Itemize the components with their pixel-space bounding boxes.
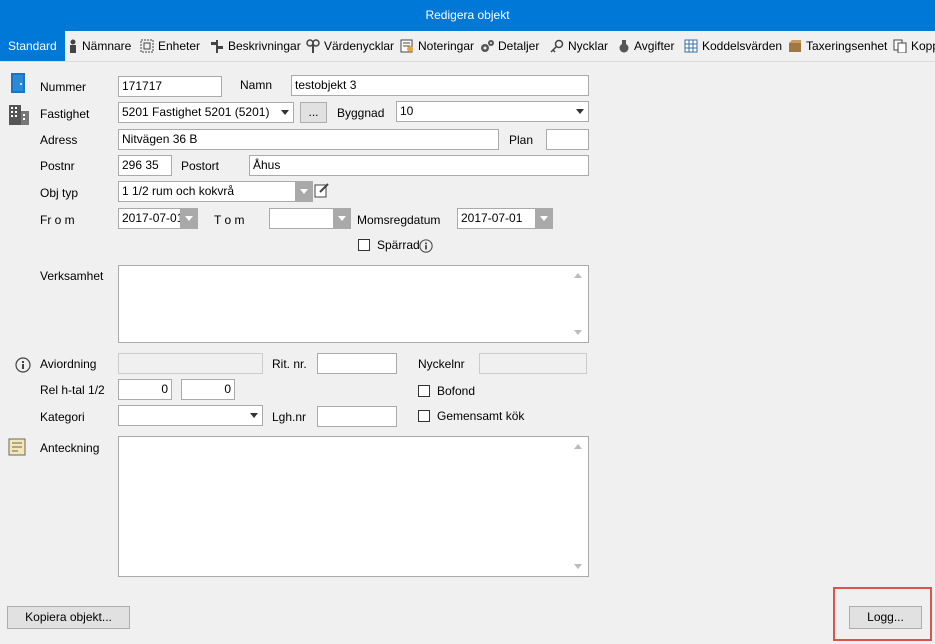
fastighet-select[interactable]: 5201 Fastighet 5201 (5201)	[118, 102, 294, 123]
nyckelnr-input	[479, 353, 587, 374]
box-icon	[789, 40, 801, 52]
building-icon	[9, 105, 29, 125]
tab-enheter[interactable]: Enheter	[140, 31, 200, 61]
tab-bar: Standard Nämnare Enheter Beskrivningar V…	[0, 31, 935, 62]
momsregdatum-label: Momsregdatum	[357, 213, 441, 227]
tab-beskrivningar[interactable]: Beskrivningar	[210, 31, 301, 61]
relhtal-input-2[interactable]: 0	[181, 379, 235, 400]
tab-nycklar[interactable]: Nycklar	[550, 31, 608, 61]
lghnr-input[interactable]	[317, 406, 397, 427]
fastighet-label: Fastighet	[40, 107, 90, 121]
plan-input[interactable]	[546, 129, 589, 150]
byggnad-select[interactable]: 10	[396, 101, 589, 122]
relhtal-input-1[interactable]: 0	[118, 379, 172, 400]
chevron-down-icon[interactable]	[295, 182, 312, 201]
window-title: Redigera objekt	[0, 0, 935, 31]
objtyp-select[interactable]: 1 1/2 rum och kokvrå	[118, 181, 313, 202]
postort-input[interactable]: Åhus	[249, 155, 589, 176]
objtyp-label: Obj typ	[40, 186, 79, 200]
momsregdatum-value: 2017-07-01	[461, 211, 523, 225]
plan-label: Plan	[509, 133, 534, 147]
vertical-scrollbar[interactable]	[570, 267, 587, 341]
gemensamtkok-label: Gemensamt kök	[437, 409, 525, 423]
from-label: Fr o m	[40, 213, 75, 227]
namn-label: Namn	[240, 78, 273, 92]
chevron-down-icon[interactable]	[571, 102, 588, 121]
postort-label: Postort	[181, 159, 220, 173]
kategori-select[interactable]	[118, 405, 263, 426]
key-icon	[550, 39, 564, 53]
gemensamtkok-checkbox[interactable]	[418, 410, 430, 422]
tom-date[interactable]	[269, 208, 351, 229]
fastighet-browse-button[interactable]: ...	[300, 102, 327, 123]
value-key-icon	[306, 39, 320, 53]
note-icon	[8, 438, 26, 456]
chevron-down-icon[interactable]	[333, 209, 350, 228]
chevron-down-icon[interactable]	[535, 209, 552, 228]
byggnad-value: 10	[400, 104, 414, 118]
tab-namnare[interactable]: Nämnare	[68, 31, 131, 61]
namn-input[interactable]: testobjekt 3	[291, 75, 589, 96]
chevron-down-icon[interactable]	[276, 103, 293, 122]
person-icon	[70, 39, 76, 53]
logg-button[interactable]: Logg...	[849, 606, 922, 629]
tab-avgifter[interactable]: Avgifter	[618, 31, 674, 61]
adress-label: Adress	[40, 133, 78, 147]
fastighet-value: 5201 Fastighet 5201 (5201)	[122, 105, 270, 119]
anteckning-label: Anteckning	[40, 441, 100, 455]
grid-icon	[684, 39, 698, 53]
moneybag-icon	[619, 40, 629, 53]
bofond-label: Bofond	[437, 384, 476, 398]
info-icon[interactable]	[419, 239, 433, 253]
nyckelnr-label: Nyckelnr	[418, 357, 465, 371]
from-date[interactable]: 2017-07-01	[118, 208, 198, 229]
byggnad-label: Byggnad	[337, 106, 385, 120]
adress-input[interactable]: Nitvägen 36 B	[118, 129, 499, 150]
sparrad-checkbox[interactable]	[358, 239, 370, 251]
ritnr-label: Rit. nr.	[272, 357, 307, 371]
kategori-label: Kategori	[40, 410, 85, 424]
lghnr-label: Lgh.nr	[272, 410, 307, 424]
verksamhet-textarea[interactable]	[118, 265, 589, 343]
ritnr-input[interactable]	[317, 353, 397, 374]
anteckning-textarea[interactable]	[118, 436, 589, 577]
nummer-input[interactable]: 171717	[118, 76, 222, 97]
edit-icon[interactable]	[314, 182, 330, 198]
from-value: 2017-07-01	[122, 211, 184, 225]
aviordning-input	[118, 353, 263, 374]
momsregdatum-date[interactable]: 2017-07-01	[457, 208, 553, 229]
tab-vardenycklar[interactable]: Värdenycklar	[306, 31, 394, 61]
sparrad-label: Spärrad	[377, 238, 420, 252]
objtyp-value: 1 1/2 rum och kokvrå	[122, 184, 235, 198]
info-icon	[15, 357, 31, 373]
tab-kopp[interactable]: Kopp	[893, 31, 935, 61]
door-icon	[11, 73, 25, 93]
units-icon	[140, 39, 154, 53]
relhtal-label: Rel h-tal 1/2	[40, 383, 105, 397]
chevron-down-icon[interactable]	[245, 406, 262, 425]
kopiera-objekt-button[interactable]: Kopiera objekt...	[7, 606, 130, 629]
aviordning-label: Aviordning	[40, 357, 97, 371]
notes-icon	[400, 39, 413, 53]
nummer-label: Nummer	[40, 80, 87, 94]
tab-standard[interactable]: Standard	[0, 31, 65, 61]
bofond-checkbox[interactable]	[418, 385, 430, 397]
tab-koddelsvarden[interactable]: Koddelsvärden	[684, 31, 782, 61]
copy-icon	[893, 39, 907, 53]
tab-detaljer[interactable]: Detaljer	[480, 31, 539, 61]
postnr-input[interactable]: 296 35	[118, 155, 172, 176]
postnr-label: Postnr	[40, 159, 75, 173]
tab-taxeringsenhet[interactable]: Taxeringsenhet	[788, 31, 887, 61]
gears-icon	[481, 40, 494, 52]
tab-noteringar[interactable]: Noteringar	[400, 31, 474, 61]
signpost-icon	[211, 40, 223, 53]
chevron-down-icon[interactable]	[180, 209, 197, 228]
vertical-scrollbar[interactable]	[570, 438, 587, 575]
tom-label: T o m	[214, 213, 245, 227]
verksamhet-label: Verksamhet	[40, 269, 104, 283]
